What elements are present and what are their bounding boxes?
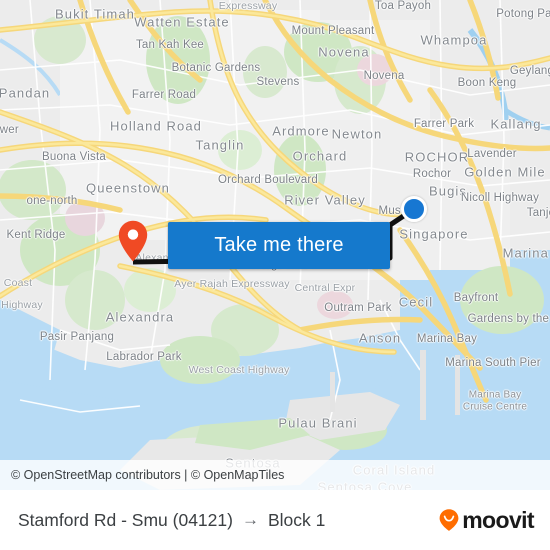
map-pin-icon — [118, 220, 148, 262]
map-attribution: © OpenStreetMap contributors | © OpenMap… — [0, 460, 550, 490]
take-me-there-button[interactable]: Take me there — [168, 222, 390, 269]
moovit-logo[interactable]: moovit — [438, 506, 535, 534]
destination-dot[interactable] — [401, 196, 427, 222]
route-map-screen: Bukit Timah Watten Estate Expressway Toa Pa… — [0, 0, 550, 550]
map-canvas[interactable]: Bukit Timah Watten Estate Expressway Toa Pa… — [0, 0, 550, 490]
destination-label: Block 1 — [267, 509, 326, 530]
origin-label: Stamford Rd - Smu (04121) — [18, 509, 233, 530]
arrow-right-icon: → — [241, 510, 259, 529]
route-summary: Stamford Rd - Smu (04121) → Block 1 — [18, 510, 325, 531]
attribution-text[interactable]: © OpenStreetMap contributors | © OpenMap… — [11, 468, 284, 482]
footer-bar: Stamford Rd - Smu (04121) → Block 1 moov… — [0, 490, 550, 550]
origin-pin[interactable] — [118, 220, 148, 262]
moovit-pin-icon — [439, 509, 459, 531]
moovit-wordmark: moovit — [462, 506, 534, 533]
